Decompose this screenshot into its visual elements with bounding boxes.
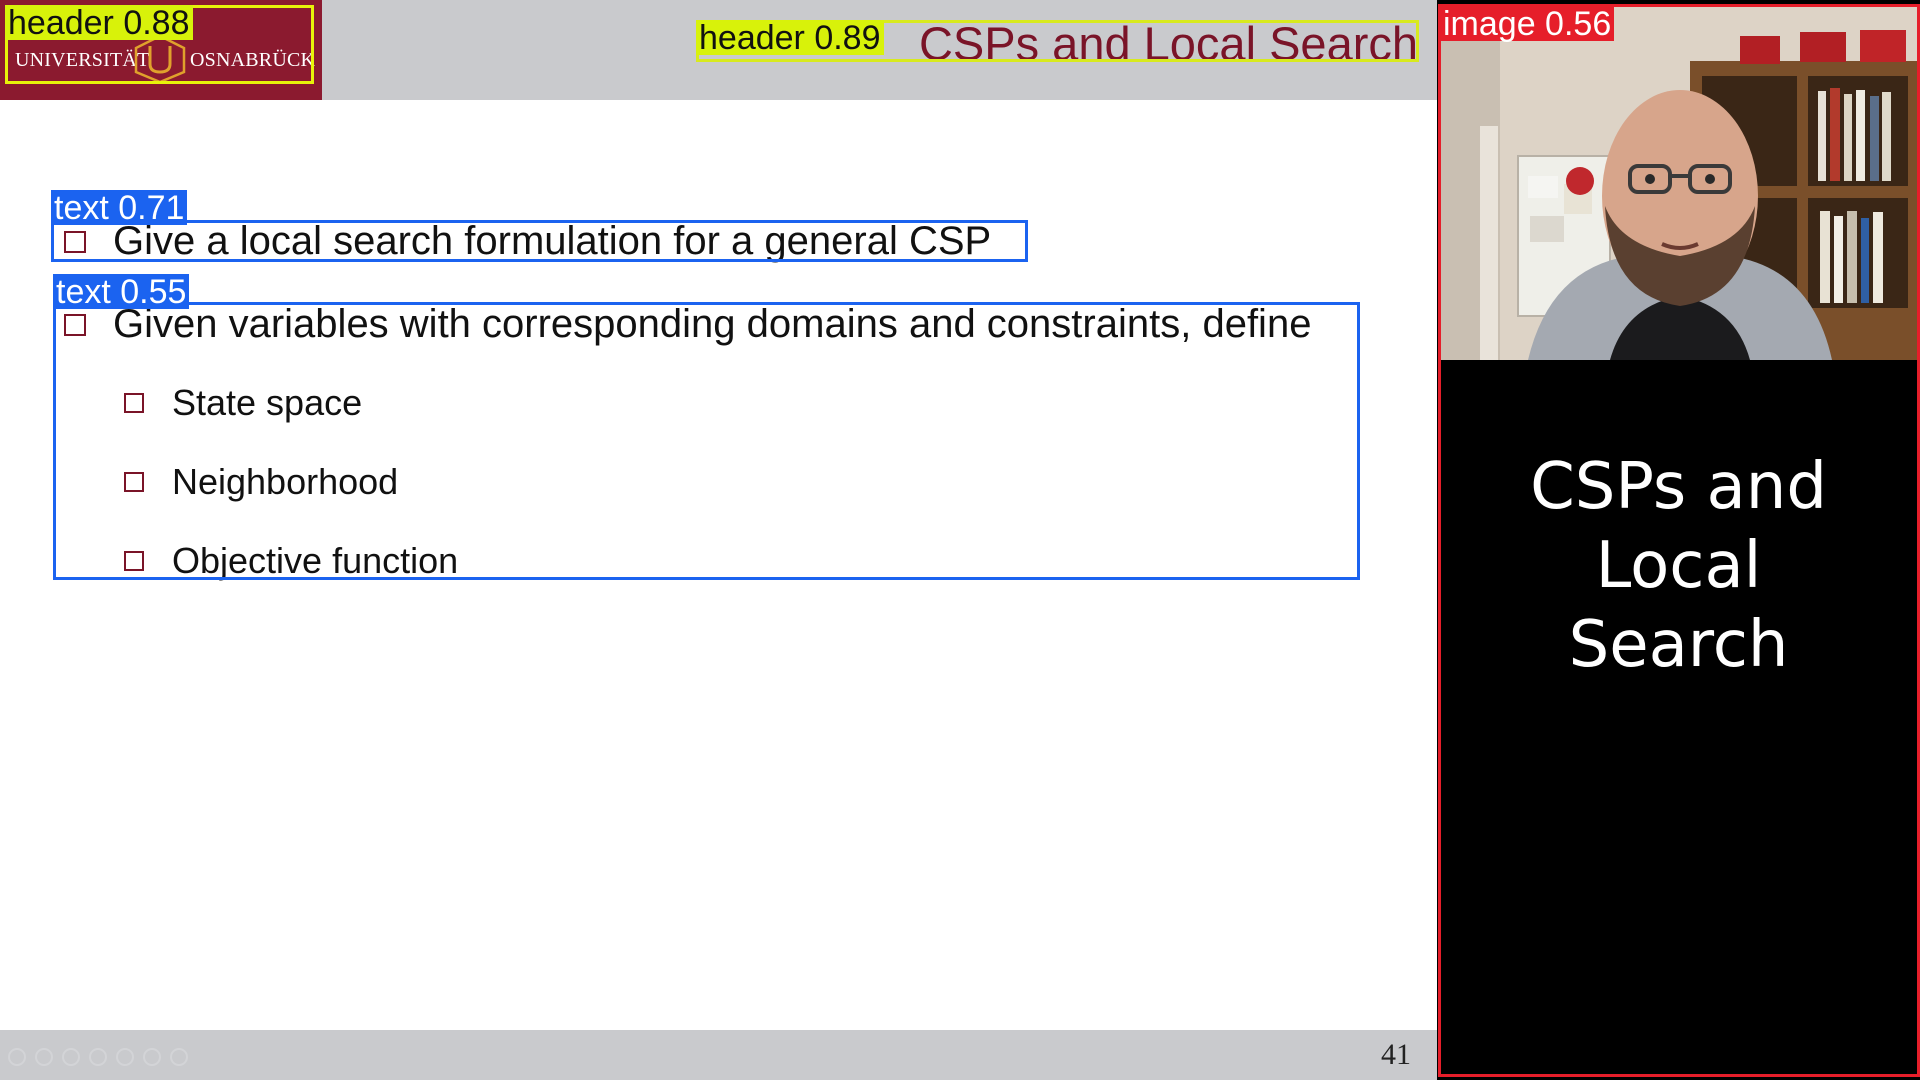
sub-bullet-text: State space: [172, 382, 363, 423]
sub-bullet-text: Neighborhood: [172, 461, 399, 502]
screen-icon[interactable]: [143, 1048, 161, 1066]
side-panel-title: CSPs and Local Search: [1437, 448, 1920, 685]
bullet-text: Given variables with corresponding domai…: [113, 302, 1312, 346]
screen: UNIVERSITÄT OSNABRÜCK CSPs and Local Sea…: [0, 0, 1920, 1080]
side-panel: CSPs and Local Search: [1437, 0, 1920, 1080]
checkbox-bullet-icon: [124, 472, 144, 492]
bullet-item-2: Given variables with corresponding domai…: [64, 302, 1311, 347]
zoom-icon[interactable]: [89, 1048, 107, 1066]
more-icon[interactable]: [170, 1048, 188, 1066]
presentation-controls[interactable]: [8, 1048, 188, 1066]
sub-bullet-item-3: Objective function: [124, 540, 458, 582]
side-title-line: Local: [1595, 529, 1762, 603]
university-seal-icon: [134, 34, 186, 84]
checkbox-bullet-icon: [124, 551, 144, 571]
university-logo: UNIVERSITÄT OSNABRÜCK: [0, 0, 322, 100]
next-icon[interactable]: [35, 1048, 53, 1066]
logo-word-left: UNIVERSITÄT: [15, 49, 150, 71]
side-title-line: CSPs and: [1530, 450, 1827, 524]
previous-icon[interactable]: [8, 1048, 26, 1066]
sub-bullet-item-2: Neighborhood: [124, 461, 398, 503]
page-number: 41: [1381, 1038, 1411, 1071]
sub-bullet-text: Objective function: [172, 540, 459, 581]
slide-header: UNIVERSITÄT OSNABRÜCK CSPs and Local Sea…: [0, 0, 1437, 100]
logo-word-right: OSNABRÜCK: [190, 49, 316, 71]
checkbox-bullet-icon: [124, 393, 144, 413]
search-icon[interactable]: [116, 1048, 134, 1066]
pen-icon[interactable]: [62, 1048, 80, 1066]
slide-title: CSPs and Local Search: [918, 17, 1418, 70]
bullet-text: Give a local search formulation for a ge…: [113, 219, 992, 263]
slide: UNIVERSITÄT OSNABRÜCK CSPs and Local Sea…: [0, 0, 1437, 1080]
presenter-video-icon: [1440, 6, 1917, 360]
side-title-line: Search: [1568, 608, 1789, 682]
bullet-item-1: Give a local search formulation for a ge…: [64, 219, 991, 264]
checkbox-bullet-icon: [64, 313, 86, 336]
checkbox-bullet-icon: [64, 230, 86, 253]
sub-bullet-item-1: State space: [124, 382, 362, 424]
webcam-video: [1440, 6, 1917, 360]
slide-footer: 41: [0, 1030, 1437, 1080]
